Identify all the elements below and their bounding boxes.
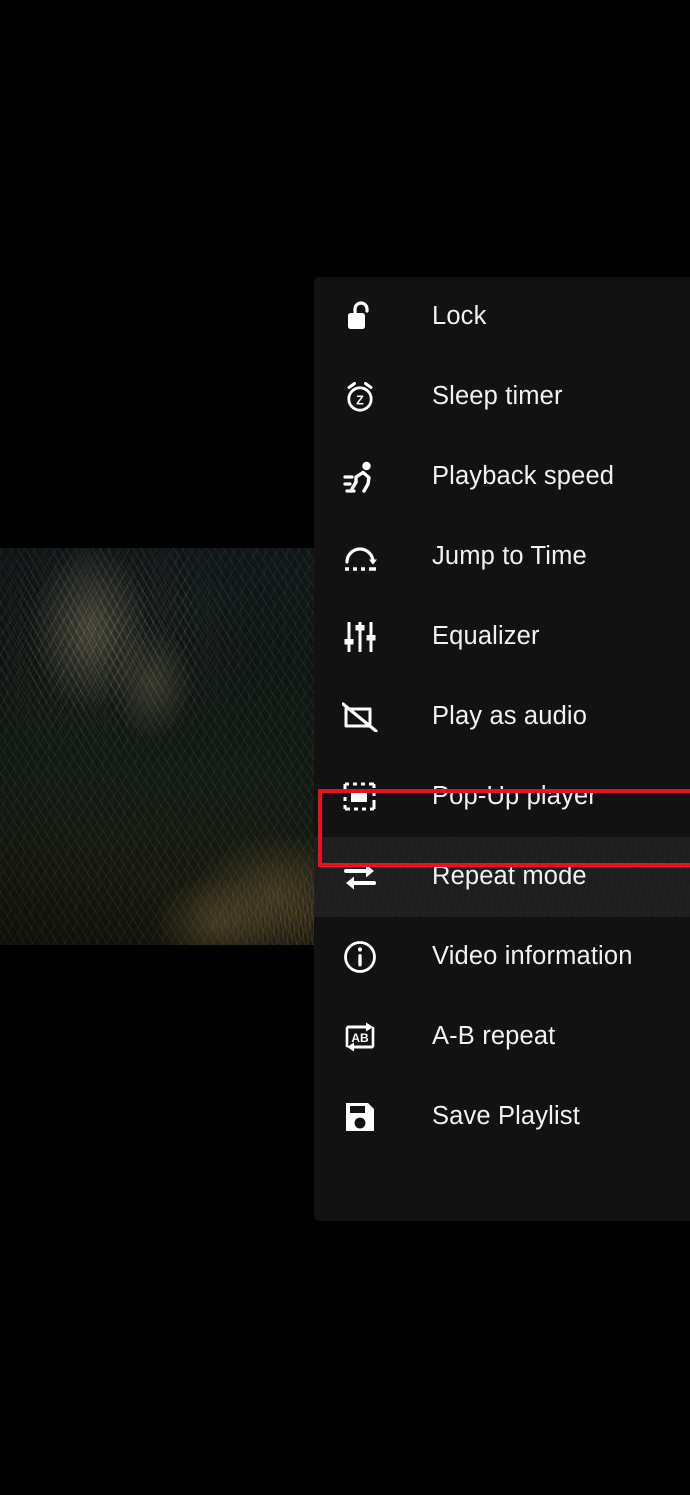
menu-item-pop-up-player[interactable]: Pop-Up player <box>314 757 690 837</box>
menu-item-video-information[interactable]: Video information <box>314 917 690 997</box>
svg-text:Z: Z <box>356 394 364 408</box>
equalizer-sliders-icon <box>337 614 383 660</box>
menu-item-label: Play as audio <box>432 702 588 731</box>
menu-item-play-as-audio[interactable]: Play as audio <box>314 677 690 757</box>
lock-open-icon <box>337 294 383 340</box>
menu-item-label: A-B repeat <box>432 1022 556 1051</box>
menu-item-sleep-timer[interactable]: Z Sleep timer <box>314 357 690 437</box>
running-person-icon <box>337 454 383 500</box>
menu-item-label: Sleep timer <box>432 382 563 411</box>
menu-item-label: Jump to Time <box>432 542 587 571</box>
jump-to-time-icon <box>337 534 383 580</box>
alarm-sleep-timer-icon: Z <box>337 374 383 420</box>
menu-item-ab-repeat[interactable]: AB A-B repeat <box>314 997 690 1077</box>
player-screen: Lock Z Sleep timer Playback speed Jump t… <box>0 0 690 1495</box>
menu-item-label: Equalizer <box>432 622 540 651</box>
repeat-arrows-icon <box>337 854 383 900</box>
menu-item-label: Playback speed <box>432 462 615 491</box>
menu-item-label: Lock <box>432 302 487 331</box>
menu-item-label: Repeat mode <box>432 862 587 891</box>
menu-item-label: Pop-Up player <box>432 782 597 811</box>
menu-item-lock[interactable]: Lock <box>314 277 690 357</box>
menu-item-save-playlist[interactable]: Save Playlist <box>314 1077 690 1157</box>
player-options-menu[interactable]: Lock Z Sleep timer Playback speed Jump t… <box>314 277 690 1221</box>
info-circle-icon <box>337 934 383 980</box>
svg-text:AB: AB <box>351 1031 369 1045</box>
menu-item-equalizer[interactable]: Equalizer <box>314 597 690 677</box>
menu-item-repeat-mode[interactable]: Repeat mode <box>314 837 690 917</box>
menu-item-label: Save Playlist <box>432 1102 580 1131</box>
picture-in-picture-icon <box>337 774 383 820</box>
floppy-save-icon <box>337 1094 383 1140</box>
menu-item-playback-speed[interactable]: Playback speed <box>314 437 690 517</box>
ab-repeat-icon: AB <box>337 1014 383 1060</box>
video-off-icon <box>337 694 383 740</box>
menu-item-label: Video information <box>432 942 633 971</box>
menu-item-jump-to-time[interactable]: Jump to Time <box>314 517 690 597</box>
